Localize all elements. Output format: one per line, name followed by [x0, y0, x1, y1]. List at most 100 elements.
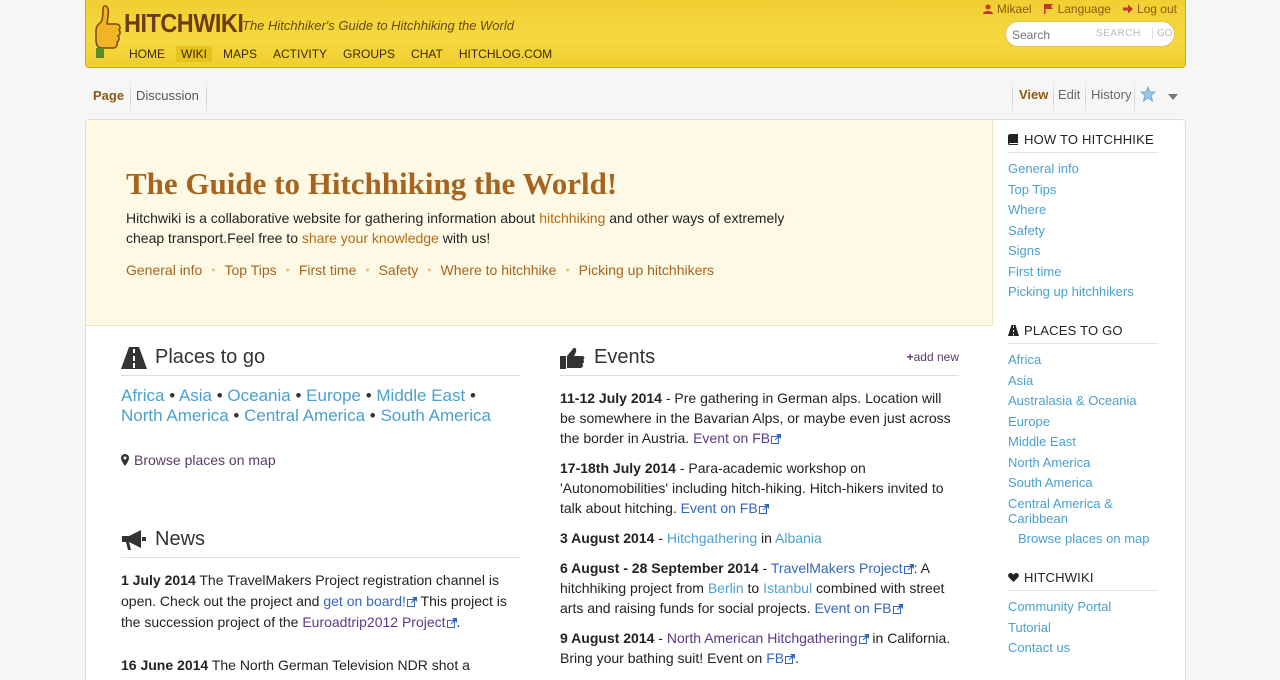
tab-discussion[interactable]: Discussion [136, 88, 199, 103]
sidebar-item-south-america[interactable]: South America [1008, 475, 1158, 490]
language-link[interactable]: Language [1043, 2, 1111, 16]
sidebar-item-contact-us[interactable]: Contact us [1008, 640, 1158, 655]
sidebar-item-top-tips[interactable]: Top Tips [1008, 182, 1158, 197]
nav-activity[interactable]: ACTIVITY [268, 46, 332, 62]
place-africa[interactable]: Africa [121, 386, 164, 405]
sidebar-item-signs[interactable]: Signs [1008, 243, 1158, 258]
event-item: 6 August - 28 September 2014 - TravelMak… [560, 558, 959, 618]
sidebar-hitchwiki-title: HITCHWIKI [1024, 570, 1094, 585]
user-name: Mikael [996, 2, 1032, 16]
event-fb-link[interactable]: Event on FB [681, 500, 769, 516]
north-american-hitchgathering-link[interactable]: North American Hitchgathering [667, 630, 869, 646]
hero-link-first-time[interactable]: First time [299, 262, 357, 278]
event-text: . [795, 650, 800, 666]
go-button[interactable]: GO [1152, 28, 1173, 39]
tab-history[interactable]: History [1091, 87, 1131, 102]
hero-quick-links: General info • Top Tips • First time • Safe… [126, 262, 714, 278]
place-oceania[interactable]: Oceania [227, 386, 290, 405]
news-item: 1 July 2014 The TravelMakers Project reg… [121, 570, 520, 633]
event-fb-link[interactable]: Event on FB [814, 600, 903, 616]
tab-page[interactable]: Page [93, 88, 124, 103]
tab-edit[interactable]: Edit [1058, 87, 1080, 102]
travelmakers-link[interactable]: TravelMakers Project [771, 560, 914, 576]
istanbul-link[interactable]: Istanbul [763, 580, 812, 596]
sidebar-heading: HITCHWIKI [1008, 570, 1158, 591]
albania-link[interactable]: Albania [775, 530, 822, 546]
place-central-america[interactable]: Central America [244, 406, 365, 425]
event-fb-link[interactable]: Event on FB [693, 430, 782, 446]
sidebar-item-safety[interactable]: Safety [1008, 223, 1158, 238]
sidebar-hitchwiki: HITCHWIKI Community Portal Tutorial Cont… [1008, 570, 1158, 655]
hitchgathering-link[interactable]: Hitchgathering [667, 530, 757, 546]
thumbs-up-icon [560, 347, 585, 369]
share-knowledge-link[interactable]: share your knowledge [302, 230, 439, 246]
add-new-event-button[interactable]: +add new [907, 350, 959, 364]
place-asia[interactable]: Asia [179, 386, 212, 405]
road-icon [1008, 325, 1019, 336]
nav-wiki[interactable]: WIKI [176, 46, 212, 62]
events-heading: Events [560, 346, 959, 376]
euroadtrip-link[interactable]: Euroadtrip2012 Project [302, 614, 457, 630]
search-button[interactable]: SEARCH [1096, 28, 1141, 39]
nav-home[interactable]: HOME [124, 46, 170, 62]
place-south-america[interactable]: South America [380, 406, 491, 425]
sidebar-item-general-info[interactable]: General info [1008, 161, 1158, 176]
chevron-down-icon[interactable] [1168, 94, 1178, 100]
sidebar-item-picking-up[interactable]: Picking up hitchhikers [1008, 284, 1158, 299]
places-section: Places to go Africa • Asia • Oceania • E… [121, 346, 520, 468]
event-text: - [758, 560, 771, 576]
news-title: News [155, 528, 206, 550]
sidebar-item-central-america[interactable]: Central America & Caribbean [1008, 496, 1158, 526]
sidebar-item-where[interactable]: Where [1008, 202, 1158, 217]
hero-link-top-tips[interactable]: Top Tips [224, 262, 276, 278]
event-date: 9 August 2014 [560, 630, 655, 646]
hero-link-picking-up[interactable]: Picking up hitchhikers [579, 262, 714, 278]
berlin-link[interactable]: Berlin [708, 580, 744, 596]
user-link[interactable]: Mikael [982, 2, 1032, 16]
sidebar-item-middle-east[interactable]: Middle East [1008, 434, 1158, 449]
nav-chat[interactable]: CHAT [406, 46, 448, 62]
place-europe[interactable]: Europe [306, 386, 361, 405]
sidebar-item-north-america[interactable]: North America [1008, 455, 1158, 470]
tagline: The Hitchhiker's Guide to Hitchhiking th… [242, 18, 514, 33]
hero-link-general-info[interactable]: General info [126, 262, 202, 278]
watch-star-icon[interactable] [1140, 86, 1156, 102]
browse-map-link[interactable]: Browse places on map [121, 452, 520, 468]
main-content: The Guide to Hitchhiking the World! Hitc… [85, 119, 1186, 680]
get-on-board-label: get on board! [323, 593, 406, 609]
sidebar-item-africa[interactable]: Africa [1008, 352, 1158, 367]
tab-view[interactable]: View [1019, 87, 1048, 102]
sidebar-item-community-portal[interactable]: Community Portal [1008, 599, 1158, 614]
places-heading: Places to go [121, 346, 520, 376]
event-fb-label: Event on FB [814, 600, 892, 616]
nav-hitchlog[interactable]: HITCHLOG.COM [454, 46, 557, 62]
sidebar-item-tutorial[interactable]: Tutorial [1008, 620, 1158, 635]
logout-link[interactable]: Log out [1122, 2, 1177, 16]
hitchhiking-link[interactable]: hitchhiking [539, 210, 605, 226]
place-north-america[interactable]: North America [121, 406, 229, 425]
hero-link-where[interactable]: Where to hitchhike [441, 262, 557, 278]
place-middle-east[interactable]: Middle East [376, 386, 465, 405]
sidebar-item-asia[interactable]: Asia [1008, 373, 1158, 388]
news-text: . [456, 614, 461, 630]
separator-dot: • [427, 263, 432, 277]
news-date: 16 June 2014 [121, 657, 209, 673]
sidebar: HOW TO HITCHHIKE General info Top Tips W… [1008, 132, 1158, 679]
thumbs-up-logo-icon[interactable] [92, 4, 122, 58]
nav-groups[interactable]: GROUPS [338, 46, 400, 62]
event-text: - [654, 530, 667, 546]
tab-divider [1012, 80, 1013, 116]
get-on-board-link[interactable]: get on board! [323, 593, 417, 609]
logo-text[interactable]: HITCHWIKI [124, 8, 244, 39]
nav-maps[interactable]: MAPS [218, 46, 262, 62]
sidebar-item-australasia[interactable]: Australasia & Oceania [1008, 393, 1158, 408]
hero-link-safety[interactable]: Safety [379, 262, 419, 278]
sidebar-hitchwiki-list: Community Portal Tutorial Contact us [1008, 599, 1158, 655]
sidebar-browse-map-link[interactable]: Browse places on map [1018, 531, 1158, 546]
search-input[interactable] [1012, 26, 1090, 43]
flag-icon [1043, 4, 1053, 14]
sidebar-item-first-time[interactable]: First time [1008, 264, 1158, 279]
event-fb-link[interactable]: FB [766, 650, 796, 666]
sidebar-item-europe[interactable]: Europe [1008, 414, 1158, 429]
sidebar-heading: PLACES TO GO [1008, 323, 1158, 344]
